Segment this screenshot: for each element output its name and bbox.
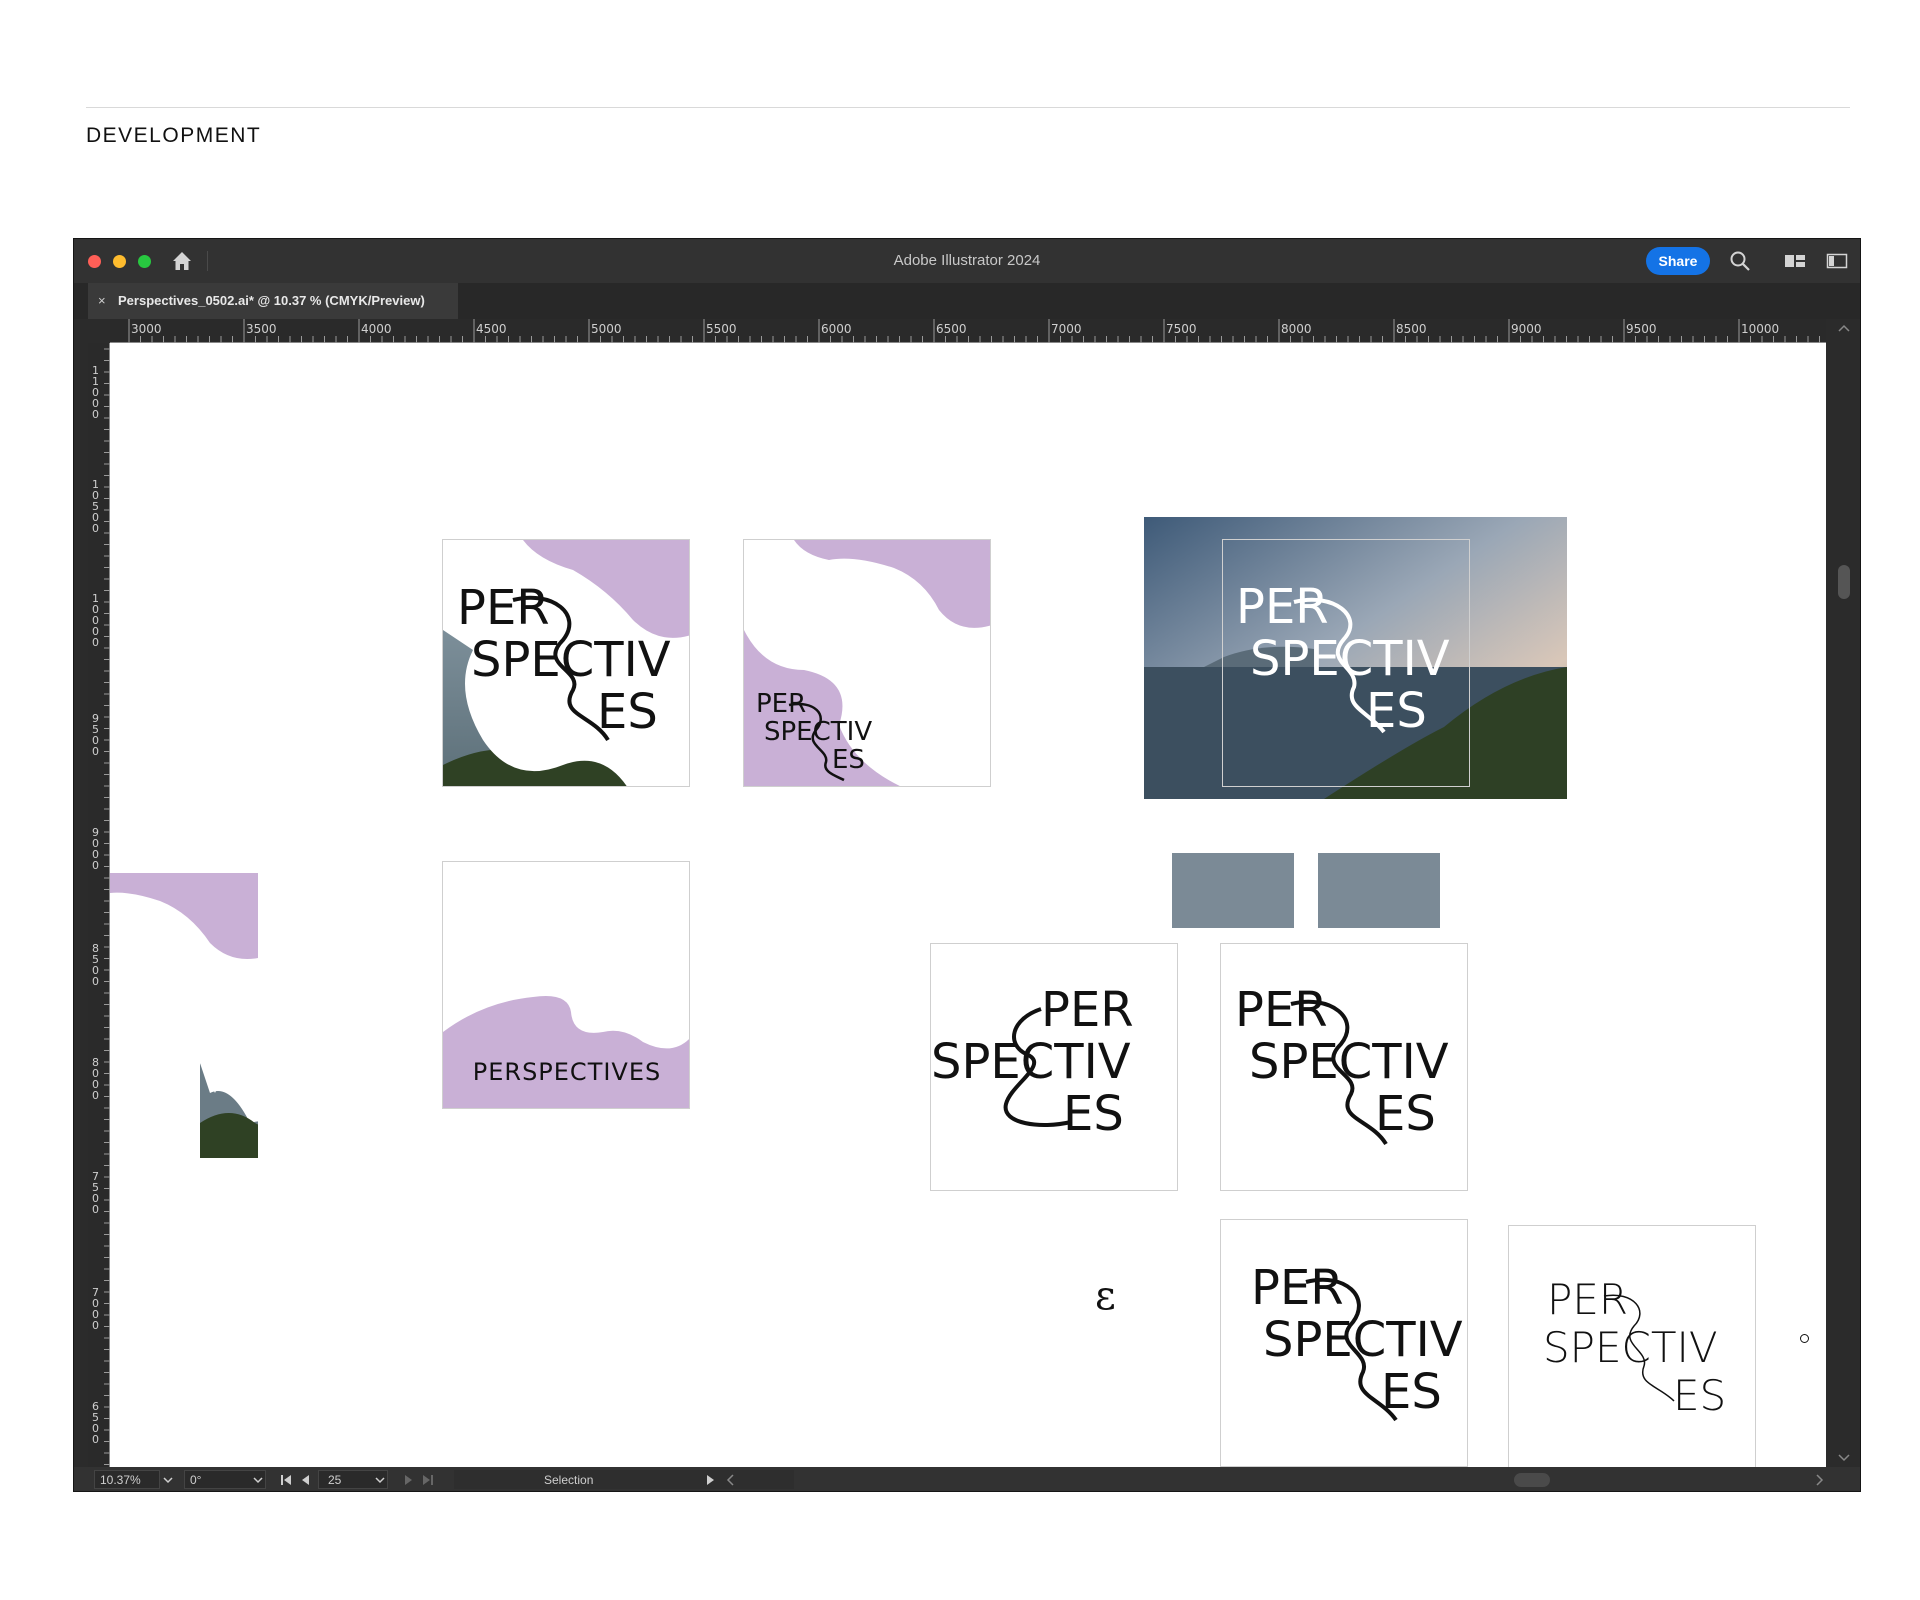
vertical-scroll-thumb[interactable] [1838,565,1850,599]
first-artboard-icon[interactable] [280,1474,292,1486]
ruler-label: 6000 [821,322,852,336]
artboard-dropdown-icon[interactable] [374,1475,386,1485]
tool-display[interactable] [454,1470,794,1489]
logo-swirl [1603,1294,1675,1402]
artboard-logo-thin[interactable]: PER SPECTIV ES [1508,1225,1756,1467]
ruler-label: 8500 [92,942,99,988]
illustrator-window: Adobe Illustrator 2024 Share × Perspecti… [73,238,1861,1492]
document-tab-bar: × Perspectives_0502.ai* @ 10.37 % (CMYK/… [74,283,1860,319]
ruler-label: 8000 [1281,322,1312,336]
ruler-label: 10000 [1741,322,1780,336]
ruler-label: 6500 [936,322,967,336]
artboard-wordmark[interactable]: PERSPECTIVES [442,861,690,1109]
ruler-label: 7000 [92,1286,99,1332]
search-icon[interactable] [1729,250,1751,272]
logo-swirl [512,595,610,742]
rotation-value: 0° [190,1473,202,1487]
share-button[interactable]: Share [1646,247,1710,275]
rotation-dropdown-icon[interactable] [252,1475,264,1485]
scroll-up-icon[interactable] [1826,321,1861,335]
gray-swatch-right[interactable] [1318,853,1440,928]
tool-menu-icon[interactable] [706,1474,716,1486]
scroll-left-icon[interactable] [726,1474,736,1486]
ruler-label: 8500 [1396,322,1427,336]
artboard-number-value: 25 [328,1473,342,1487]
artboard-logo-variant-b[interactable]: PER SPECTIV ES [1220,943,1468,1191]
current-tool-label: Selection [544,1473,594,1487]
app-title: Adobe Illustrator 2024 [893,252,1041,269]
document-tab-title: Perspectives_0502.ai* @ 10.37 % (CMYK/Pr… [118,293,425,308]
artboard-logo-photo[interactable]: PER SPECTIV ES [1144,517,1567,799]
artboard-canvas[interactable]: PER SPECTIV ES PER SPECTIV ES PER SPECTI… [110,343,1826,1467]
panel-toggle-icon[interactable] [1826,250,1848,272]
ruler-label: 5000 [591,322,622,336]
logo-swirl [1305,1277,1398,1422]
ruler-label: 6500 [92,1400,99,1446]
anchor-point-marker[interactable] [1800,1334,1809,1343]
page-heading: DEVELOPMENT [86,124,262,147]
status-bar: 10.37% 0° 25 Selection [74,1467,1860,1491]
ruler-label: 8000 [92,1056,99,1102]
page-divider [86,107,1850,108]
vertical-ruler[interactable]: 11000 10500 10000 9500 9000 8500 8000 75… [88,343,110,1467]
artboard-logo-lilac-blobs[interactable]: PER SPECTIV ES [743,539,991,787]
ruler-label: 9500 [1626,322,1657,336]
stray-glyph[interactable]: ε [1095,1273,1116,1319]
artboard-logo-landscape-blob[interactable]: PER SPECTIV ES [442,539,690,787]
document-tab[interactable]: × Perspectives_0502.ai* @ 10.37 % (CMYK/… [88,283,458,319]
logo-swirl [1293,597,1386,734]
partial-artboard-left[interactable] [110,873,258,1158]
ruler-label: 9000 [1511,322,1542,336]
previous-artboard-icon[interactable] [300,1474,310,1486]
zoom-dropdown-icon[interactable] [162,1475,174,1485]
last-artboard-icon[interactable] [422,1474,434,1486]
logo-swirl [1290,999,1388,1146]
close-tab-button[interactable]: × [98,283,106,319]
gray-swatch-left[interactable] [1172,853,1294,928]
logo-swirl [1003,1007,1072,1127]
ruler-label: 9500 [92,712,99,758]
ruler-label: 9000 [92,826,99,872]
ruler-label: 3500 [246,322,277,336]
next-artboard-icon[interactable] [404,1474,414,1486]
ruler-label: 11000 [92,364,99,421]
ruler-label: 7000 [1051,322,1082,336]
artboard-artwork [110,873,258,1158]
horizontal-ruler[interactable]: 3000 3500 4000 4500 5000 5500 6000 6500 … [110,319,1834,343]
ruler-label: 7500 [92,1170,99,1216]
scroll-down-icon[interactable] [1826,1451,1861,1465]
title-bar: Adobe Illustrator 2024 Share [74,239,1860,283]
zoom-value: 10.37% [100,1473,141,1487]
ruler-label: 7500 [1166,322,1197,336]
ruler-label: 10500 [92,478,99,535]
scroll-right-icon[interactable] [1814,1474,1824,1486]
artboard-logo-variant-c[interactable]: PER SPECTIV ES [1220,1219,1468,1467]
ruler-label: 4500 [476,322,507,336]
vertical-scrollbar[interactable] [1826,319,1861,1467]
ruler-label: 5500 [706,322,737,336]
ruler-label: 10000 [92,592,99,649]
ruler-label: 4000 [361,322,392,336]
wordmark-text: PERSPECTIVES [472,1058,662,1086]
artboard-logo-variant-a[interactable]: PER SPECTIV ES [930,943,1178,1191]
logo-swirl [788,702,845,782]
horizontal-scroll-thumb[interactable] [1514,1473,1550,1487]
ruler-label: 3000 [131,322,162,336]
workspace-switcher-icon[interactable] [1784,250,1806,272]
